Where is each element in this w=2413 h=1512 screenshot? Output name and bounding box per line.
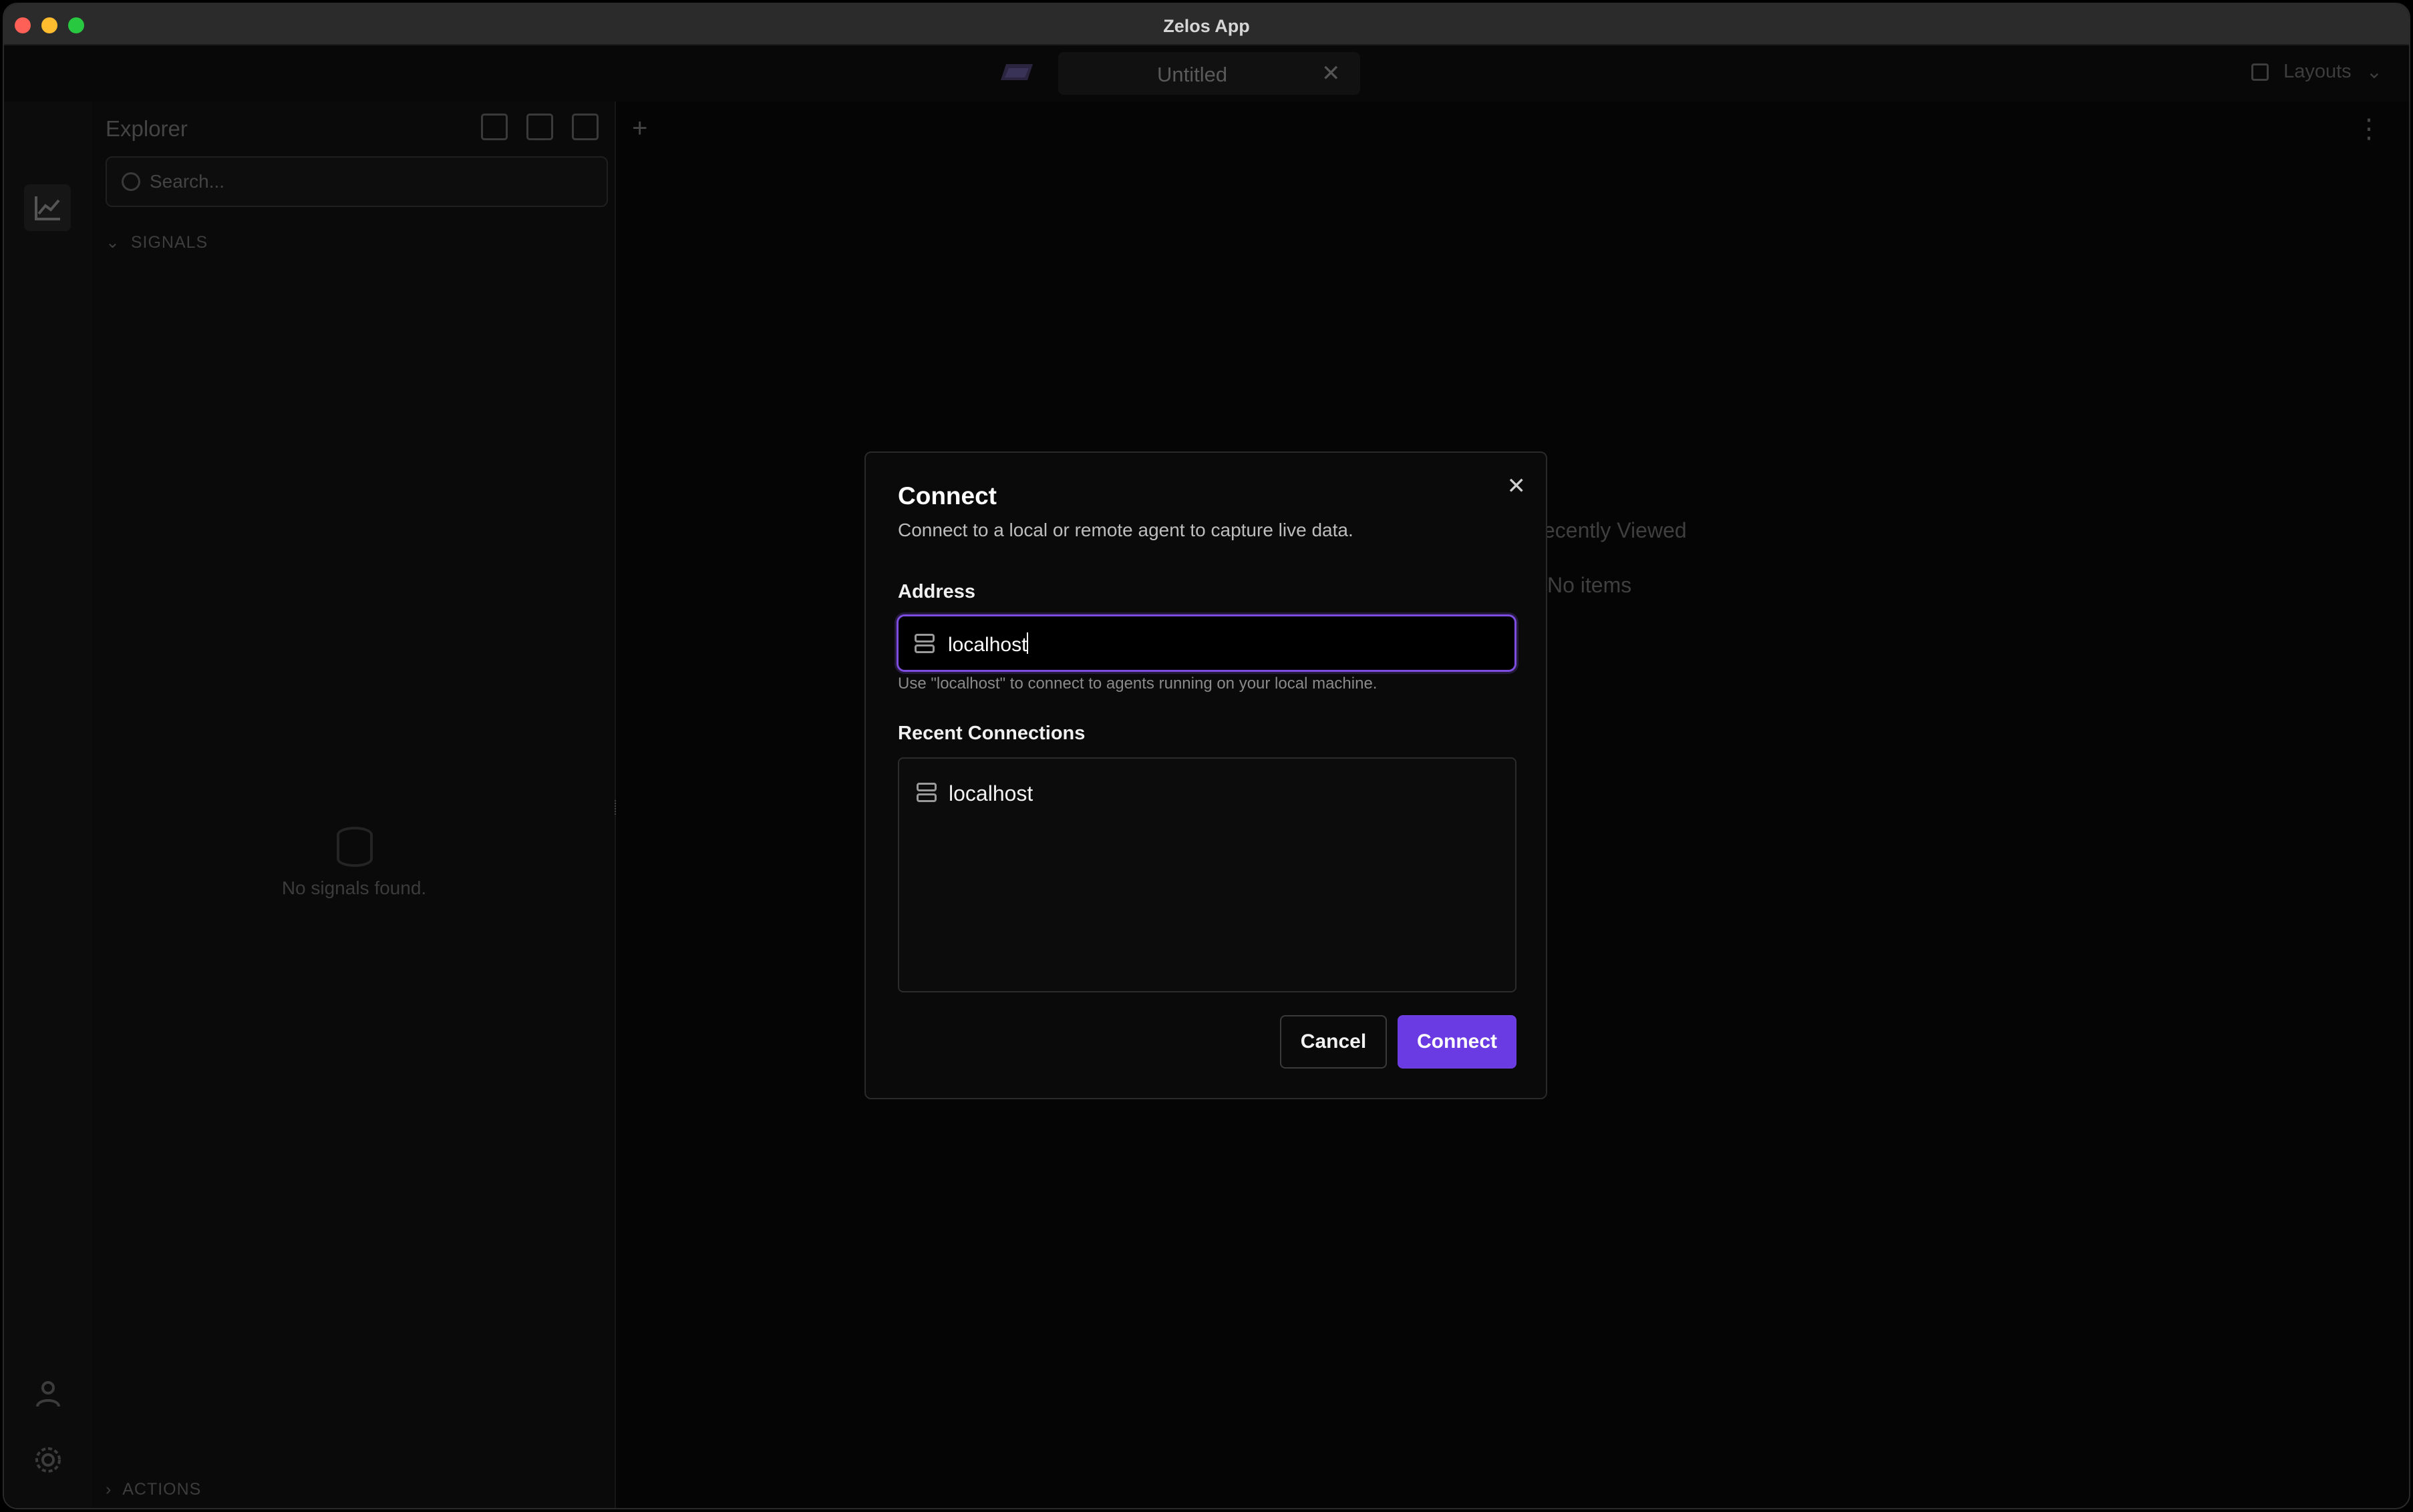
layouts-button[interactable]: Layouts ⌄: [2251, 60, 2382, 83]
grid-layout-icon: [2251, 63, 2269, 81]
no-items-text: No items: [1547, 573, 1632, 597]
dialog-title: Connect: [898, 482, 997, 510]
chart-icon: [35, 196, 60, 220]
add-panel-button[interactable]: +: [632, 114, 647, 144]
recent-connections-label: Recent Connections: [898, 723, 1086, 744]
server-icon: [917, 783, 937, 803]
title-bar: Zelos App: [4, 4, 2409, 45]
close-icon[interactable]: ✕: [1507, 473, 1526, 500]
server-icon: [915, 634, 935, 654]
actions-section-label: ACTIONS: [122, 1480, 202, 1499]
explorer-search-input[interactable]: Search...: [106, 156, 608, 207]
search-placeholder: Search...: [150, 171, 225, 192]
connect-button[interactable]: Connect: [1398, 1015, 1516, 1069]
chevron-down-icon: ⌄: [2366, 61, 2382, 83]
user-icon[interactable]: [32, 1377, 64, 1409]
gear-icon[interactable]: [32, 1444, 64, 1476]
recent-connection-item[interactable]: localhost: [901, 773, 1514, 813]
cancel-button[interactable]: Cancel: [1280, 1015, 1387, 1069]
explorer-title: Explorer: [106, 116, 188, 141]
open-folder-icon[interactable]: [526, 114, 553, 140]
hierarchy-icon[interactable]: [572, 114, 599, 140]
tab-untitled[interactable]: Untitled ✕: [1058, 52, 1360, 95]
database-icon: [337, 827, 373, 867]
window-title: Zelos App: [1163, 16, 1250, 36]
more-menu-icon[interactable]: ⋮: [2356, 114, 2382, 144]
import-icon[interactable]: [481, 114, 508, 140]
signals-section-label: SIGNALS: [130, 233, 208, 252]
layouts-label: Layouts: [2283, 61, 2352, 82]
tab-close-icon[interactable]: ✕: [1321, 60, 1341, 87]
address-hint: Use "localhost" to connect to agents run…: [898, 675, 1378, 693]
search-icon: [122, 172, 140, 191]
connect-dialog: ✕ Connect Connect to a local or remote a…: [864, 451, 1547, 1099]
app-logo-icon: [1001, 64, 1033, 80]
address-input[interactable]: localhost: [897, 614, 1516, 672]
activity-rail: [4, 102, 92, 1508]
dialog-subtitle: Connect to a local or remote agent to ca…: [898, 520, 1353, 540]
signals-section-header[interactable]: ⌄ SIGNALS: [106, 232, 208, 252]
tab-label: Untitled: [1157, 63, 1228, 86]
empty-signals-text: No signals found.: [281, 878, 427, 898]
explorer-toolbar: [481, 114, 599, 140]
address-value: localhost: [948, 632, 1029, 656]
chevron-down-icon: ⌄: [106, 233, 131, 252]
actions-section-header[interactable]: › ACTIONS: [106, 1480, 201, 1499]
chevron-right-icon: ›: [106, 1480, 123, 1499]
tab-bar: Untitled ✕ Layouts ⌄: [4, 45, 2409, 102]
explorer-panel: Explorer Search... ⌄ SIGNALS No signals …: [92, 102, 616, 1508]
recent-connection-label: localhost: [949, 781, 1033, 805]
recent-connections-list: localhost: [898, 757, 1516, 992]
recently-viewed-heading: ecently Viewed: [1543, 518, 1687, 542]
address-label: Address: [898, 581, 976, 602]
panel-resize-handle[interactable]: [615, 800, 619, 815]
chart-view-button[interactable]: [24, 184, 71, 231]
